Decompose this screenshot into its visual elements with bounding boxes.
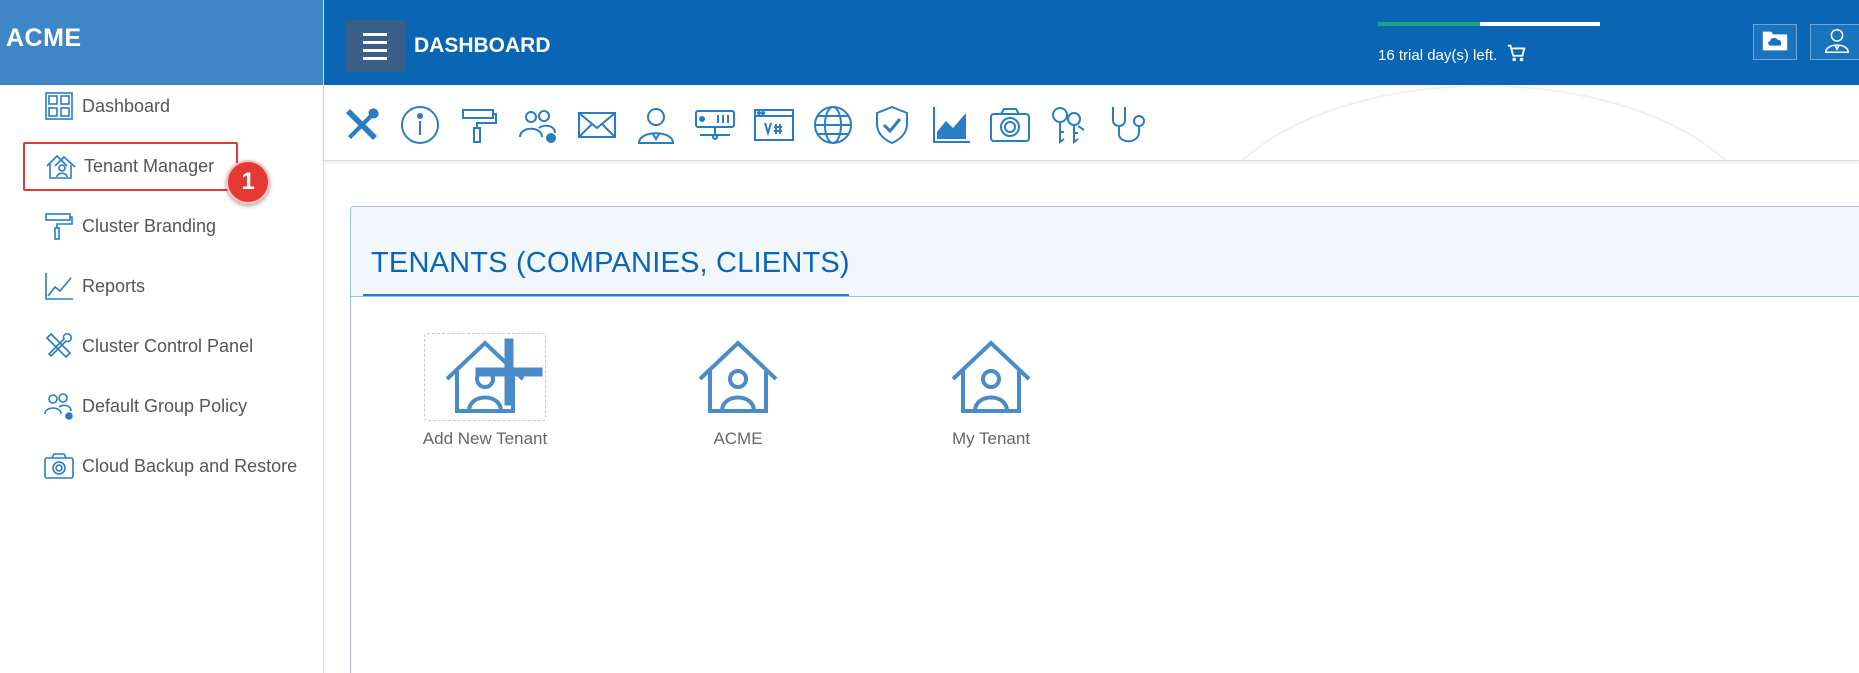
tools-icon[interactable] (340, 103, 384, 147)
cloud-folder-icon (1760, 25, 1790, 60)
group-settings-icon (42, 389, 76, 423)
tile-frame (677, 333, 799, 421)
tenant-tile-my-tenant[interactable]: My Tenant (911, 333, 1071, 449)
panel-header: TENANTS (COMPANIES, CLIENTS) (351, 207, 1859, 297)
area-chart-icon[interactable] (929, 103, 973, 147)
stethoscope-icon[interactable] (1106, 103, 1150, 147)
sidebar-item-dashboard[interactable]: Dashboard (42, 86, 170, 126)
page-title: DASHBOARD (414, 34, 551, 57)
trial-text-row: 16 trial day(s) left. (1378, 42, 1600, 68)
sidebar-item-cluster-branding[interactable]: Cluster Branding (42, 206, 216, 246)
paint-roller-icon (42, 209, 76, 243)
sidebar-item-reports[interactable]: Reports (42, 266, 145, 306)
top-header: DASHBOARD 16 trial day(s) left. (324, 0, 1859, 85)
add-new-tenant-tile[interactable]: Add New Tenant (405, 333, 565, 449)
sidebar-item-cluster-control-panel[interactable]: Cluster Control Panel (42, 326, 253, 366)
panel-title: TENANTS (COMPANIES, CLIENTS) (371, 247, 850, 279)
tenant-label: My Tenant (951, 429, 1031, 448)
menu-line (363, 32, 387, 36)
tenants-panel: TENANTS (COMPANIES, CLIENTS) Add New Ten… (350, 206, 1859, 673)
sidebar-item-label: Dashboard (82, 95, 171, 116)
background-decoration (1204, 85, 1764, 160)
menu-line (363, 56, 387, 60)
cloud-folder-button[interactable] (1753, 24, 1797, 60)
user-icon[interactable] (634, 103, 678, 147)
title-underline (363, 294, 849, 296)
camera-icon[interactable] (988, 103, 1032, 147)
menu-line (363, 40, 387, 44)
cart-icon[interactable] (1505, 42, 1527, 68)
trial-status[interactable]: 16 trial day(s) left. (1378, 22, 1600, 68)
step-badge: 1 (226, 160, 270, 204)
tenant-label: Add New Tenant (422, 429, 548, 448)
quick-toolbar (324, 85, 1859, 161)
trial-progress-fill (1378, 22, 1481, 26)
info-icon[interactable] (398, 103, 442, 147)
sidebar-item-label: Reports (82, 275, 146, 296)
menu-line (363, 48, 387, 52)
sidebar: ACME Dashboard Tenant Manager Cluster Br… (0, 0, 324, 673)
sidebar-item-label: Default Group Policy (82, 395, 248, 416)
tenant-tile-acme[interactable]: ACME (658, 333, 818, 449)
line-chart-icon (42, 269, 76, 303)
user-menu-button[interactable] (1810, 24, 1859, 60)
trial-text: 16 trial day(s) left. (1378, 46, 1498, 64)
plus-icon (475, 338, 543, 406)
tenant-house-icon (951, 340, 1031, 413)
tile-frame (424, 333, 546, 421)
sidebar-item-label: Cloud Backup and Restore (82, 455, 298, 476)
globe-icon[interactable] (811, 103, 855, 147)
sidebar-item-label: Cluster Branding (82, 215, 217, 236)
sidebar-item-cloud-backup-restore[interactable]: Cloud Backup and Restore (42, 446, 297, 486)
brand-logo: ACME (0, 0, 323, 85)
hamburger-menu-button[interactable] (345, 20, 405, 72)
web-window-icon[interactable] (752, 103, 796, 147)
user-profile-icon (1822, 25, 1852, 60)
sidebar-item-label: Cluster Control Panel (82, 335, 254, 356)
keys-icon[interactable] (1047, 103, 1091, 147)
sidebar-item-default-group-policy[interactable]: Default Group Policy (42, 386, 247, 426)
trial-progress-bar (1378, 22, 1600, 26)
server-icon[interactable] (693, 103, 737, 147)
mail-icon[interactable] (575, 103, 619, 147)
tenant-manager-highlight (23, 142, 238, 191)
tenant-house-icon (698, 340, 778, 413)
tile-frame (930, 333, 1052, 421)
tools-icon (42, 329, 76, 363)
camera-icon (42, 449, 76, 483)
shield-check-icon[interactable] (870, 103, 914, 147)
tenant-label: ACME (713, 429, 763, 448)
app-window: ACME Dashboard Tenant Manager Cluster Br… (0, 0, 1859, 673)
paint-roller-icon[interactable] (457, 103, 501, 147)
group-settings-icon[interactable] (516, 103, 560, 147)
dashboard-grid-icon (42, 89, 76, 123)
